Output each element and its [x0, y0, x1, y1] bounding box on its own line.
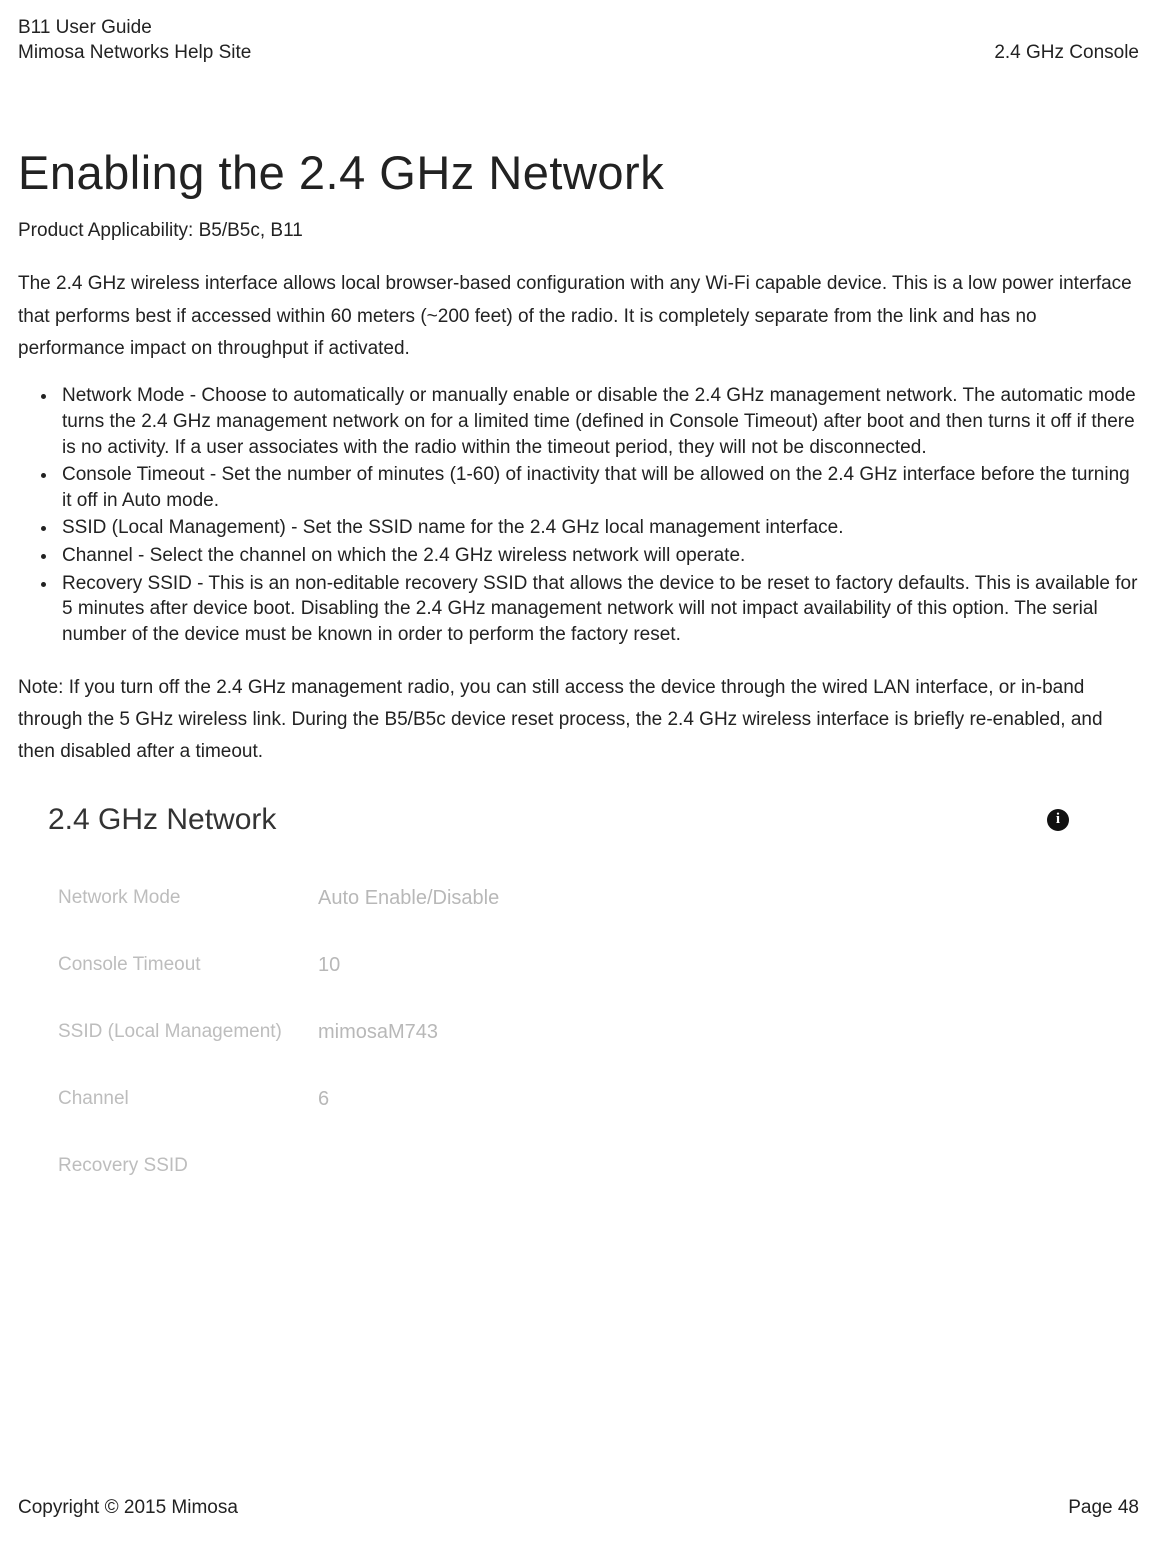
field-value: 10 [318, 954, 340, 977]
field-console-timeout[interactable]: Console Timeout 10 [48, 944, 1109, 987]
site-title: Mimosa Networks Help Site [18, 41, 251, 66]
page-title: Enabling the 2.4 GHz Network [18, 145, 1139, 200]
note-paragraph: Note: If you turn off the 2.4 GHz manage… [18, 672, 1139, 769]
copyright-text: Copyright © 2015 Mimosa [18, 1497, 238, 1519]
field-label: Console Timeout [58, 954, 318, 976]
list-item: Channel - Select the channel on which th… [58, 543, 1139, 569]
panel-title: 2.4 GHz Network [48, 803, 276, 837]
page-footer: Copyright © 2015 Mimosa Page 48 [18, 1497, 1139, 1519]
feature-list: Network Mode - Choose to automatically o… [18, 383, 1139, 647]
page-header: B11 User Guide Mimosa Networks Help Site… [18, 16, 1139, 65]
page-number: Page 48 [1068, 1497, 1139, 1519]
doc-title: B11 User Guide [18, 16, 251, 41]
field-value: Auto Enable/Disable [318, 887, 499, 910]
field-ssid-local-management[interactable]: SSID (Local Management) mimosaM743 [48, 1011, 1109, 1054]
field-channel[interactable]: Channel 6 [48, 1078, 1109, 1121]
list-item: Recovery SSID - This is an non-editable … [58, 571, 1139, 648]
field-label: Network Mode [58, 887, 318, 909]
list-item: Console Timeout - Set the number of minu… [58, 462, 1139, 513]
panel-header: 2.4 GHz Network i [48, 803, 1109, 837]
header-section: 2.4 GHz Console [994, 41, 1139, 66]
field-value: mimosaM743 [318, 1021, 438, 1044]
list-item: SSID (Local Management) - Set the SSID n… [58, 515, 1139, 541]
field-recovery-ssid[interactable]: Recovery SSID [48, 1145, 1109, 1187]
list-item: Network Mode - Choose to automatically o… [58, 383, 1139, 460]
header-left: B11 User Guide Mimosa Networks Help Site [18, 16, 251, 65]
field-value: 6 [318, 1088, 329, 1111]
info-icon[interactable]: i [1047, 809, 1069, 831]
field-label: SSID (Local Management) [58, 1021, 318, 1043]
field-label: Recovery SSID [58, 1155, 318, 1177]
settings-panel: 2.4 GHz Network i Network Mode Auto Enab… [18, 793, 1139, 1331]
field-network-mode[interactable]: Network Mode Auto Enable/Disable [48, 877, 1109, 920]
intro-paragraph: The 2.4 GHz wireless interface allows lo… [18, 268, 1139, 365]
product-applicability: Product Applicability: B5/B5c, B11 [18, 220, 1139, 242]
field-label: Channel [58, 1088, 318, 1110]
